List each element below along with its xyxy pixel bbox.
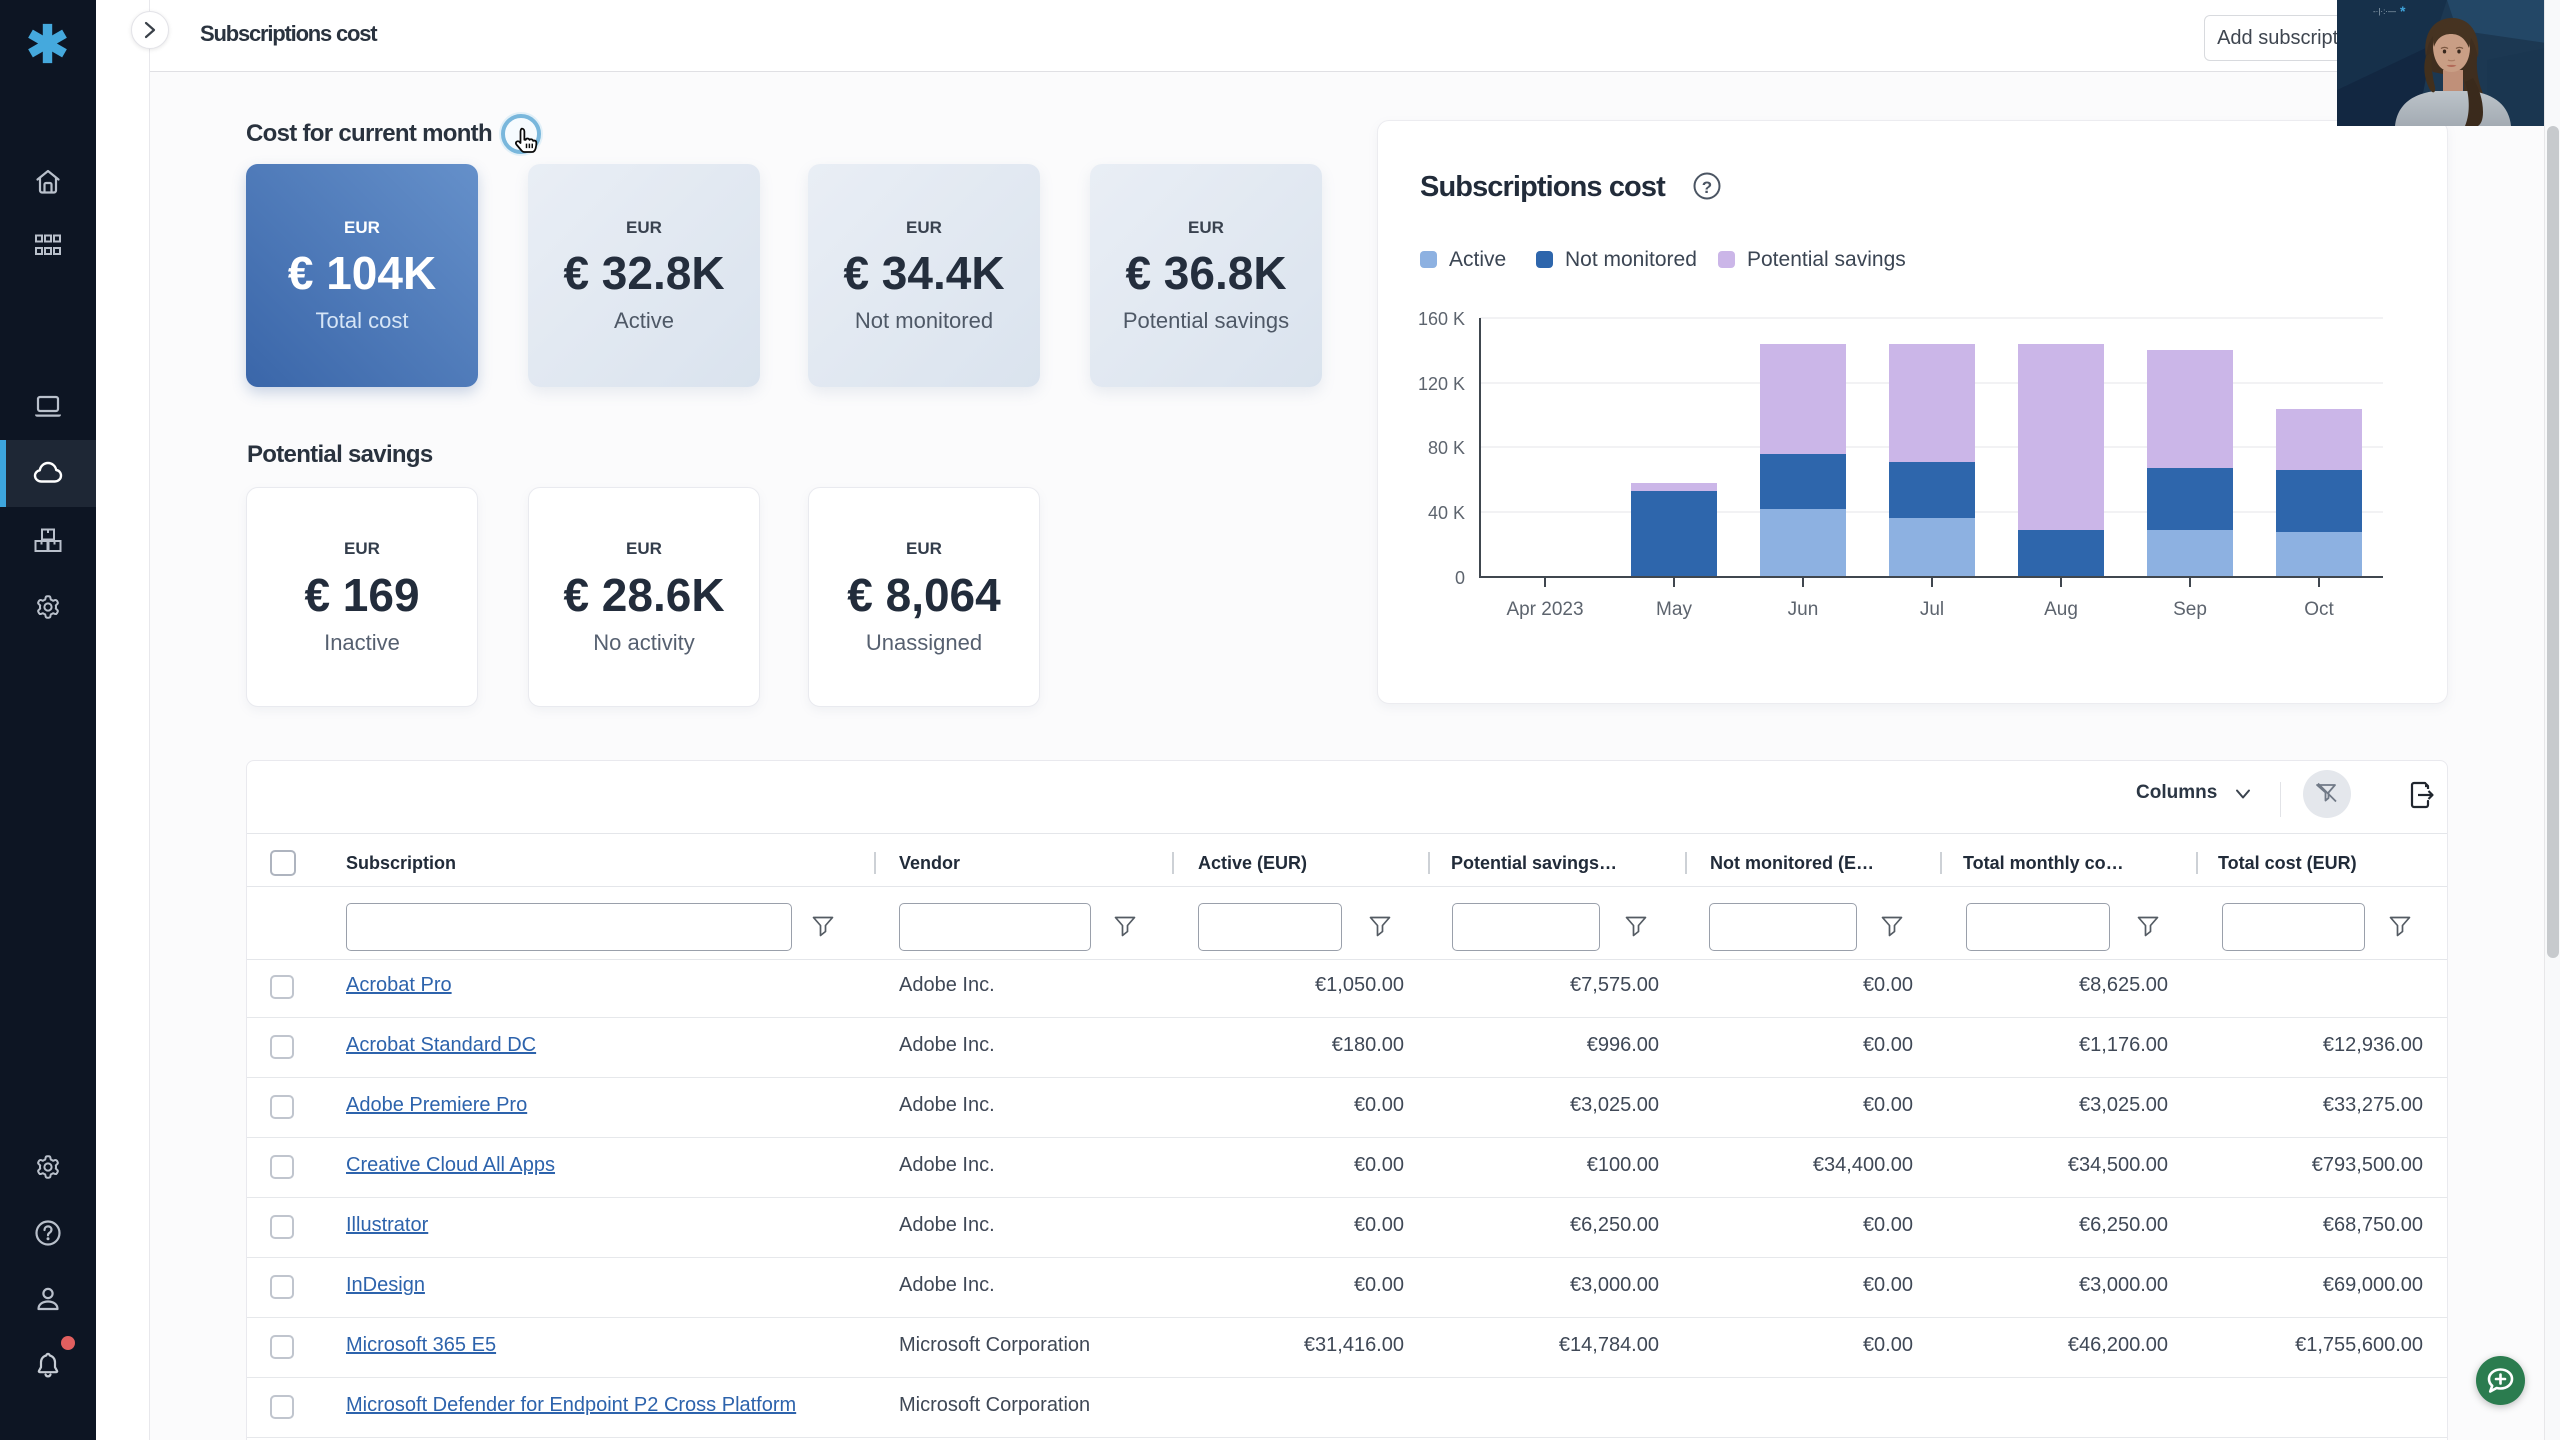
svg-text:40 K: 40 K xyxy=(1428,503,1465,523)
svg-text:Sep: Sep xyxy=(2173,599,2207,620)
svg-text:Not monitored: Not monitored xyxy=(1565,248,1697,271)
svg-text:160 K: 160 K xyxy=(1418,309,1465,329)
svg-text:Jun: Jun xyxy=(1788,599,1819,620)
svg-text:Subscriptions cost: Subscriptions cost xyxy=(1420,171,1666,203)
svg-text:-·|·:·—: -·|·:·— xyxy=(2373,7,2396,16)
svg-text:Active: Active xyxy=(1449,248,1506,271)
svg-text:80 K: 80 K xyxy=(1428,438,1465,458)
svg-text:120 K: 120 K xyxy=(1418,374,1465,394)
svg-text:Potential savings: Potential savings xyxy=(1747,248,1906,271)
svg-text:?: ? xyxy=(1702,178,1712,197)
svg-text:Oct: Oct xyxy=(2304,599,2334,620)
svg-text:*: * xyxy=(2400,3,2406,19)
svg-text:0: 0 xyxy=(1455,568,1465,588)
svg-text:Jul: Jul xyxy=(1920,599,1944,620)
svg-text:Aug: Aug xyxy=(2044,599,2078,620)
svg-text:Apr 2023: Apr 2023 xyxy=(1506,599,1583,620)
svg-text:May: May xyxy=(1656,599,1692,620)
